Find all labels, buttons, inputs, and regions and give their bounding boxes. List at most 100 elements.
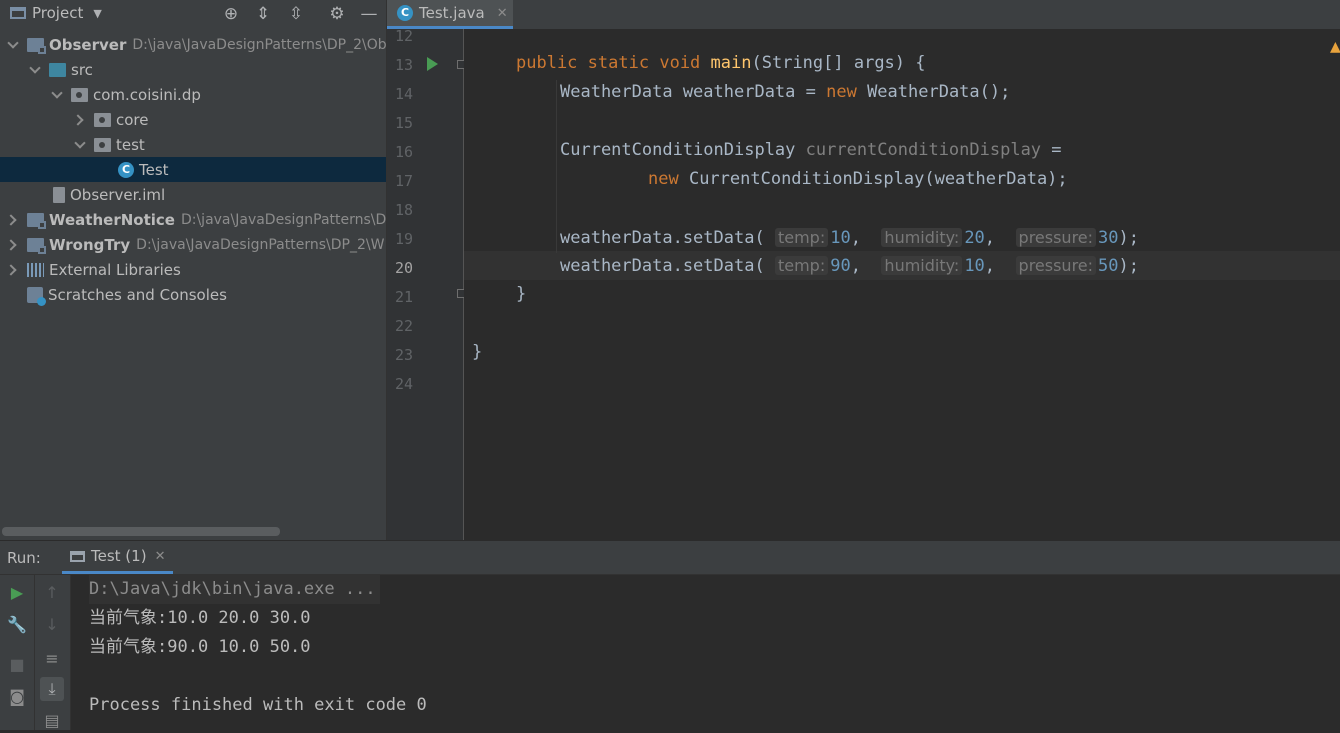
line-number: 22	[394, 317, 413, 335]
module-icon	[27, 237, 46, 254]
tree-item-label: test	[116, 135, 145, 154]
chevron-right-icon[interactable]	[7, 239, 19, 251]
code-line-21: }	[516, 284, 527, 304]
parameter-hint: pressure:	[1015, 256, 1097, 275]
camera-icon[interactable]: ◙	[5, 685, 29, 709]
stop-icon[interactable]: ■	[5, 653, 29, 677]
tree-item-core[interactable]: core	[0, 107, 386, 132]
tree-item-label: Test	[139, 160, 169, 179]
java-class-icon: C	[397, 5, 413, 21]
scroll-to-end-icon[interactable]: ⤓	[40, 677, 64, 701]
line-number: 23	[394, 346, 413, 364]
project-view-selector[interactable]: Project ▼	[10, 4, 102, 22]
console-line: 当前气象:10.0 20.0 30.0	[89, 608, 311, 628]
iml-file-icon	[53, 186, 65, 203]
tree-item-test-class[interactable]: C Test	[0, 157, 386, 182]
run-gutter-icon[interactable]	[427, 57, 438, 71]
run-panel-header: Run: Test (1) ✕	[0, 541, 1340, 575]
collapse-all-icon[interactable]: ⇳	[285, 3, 307, 25]
tree-item-scratches[interactable]: Scratches and Consoles	[0, 282, 386, 307]
line-number: 24	[394, 375, 413, 393]
run-toolbar-secondary: ↑ ↓ ≡ ⤓ ▤	[35, 575, 71, 730]
package-icon	[71, 87, 88, 102]
soft-wrap-icon[interactable]: ≡	[40, 647, 64, 671]
print-icon[interactable]: ▤	[40, 709, 64, 733]
console-line: 当前气象:90.0 10.0 50.0	[89, 637, 311, 657]
line-number: 14	[394, 85, 413, 103]
warning-icon[interactable]: ▲	[1330, 39, 1340, 55]
project-tool-window: Project ▼ ⊕ ⇕ ⇳ ⚙ — Observer D:\java\Jav…	[0, 0, 387, 540]
project-icon	[10, 7, 26, 19]
chevron-down-icon[interactable]	[29, 64, 41, 76]
close-icon[interactable]: ✕	[497, 6, 508, 21]
horizontal-scrollbar[interactable]	[2, 527, 280, 536]
editor-gutter: 12 13 14 15 16 17 18 19 20 21 22 23 24	[387, 27, 466, 540]
tree-item-external-libraries[interactable]: External Libraries	[0, 257, 386, 282]
libraries-icon	[27, 262, 44, 277]
code-editor[interactable]: ▲ public static void main(String[] args)…	[464, 29, 1340, 540]
chevron-right-icon[interactable]	[7, 264, 19, 276]
line-number: 13	[394, 56, 413, 74]
line-number: 16	[394, 143, 413, 161]
tab-run-test[interactable]: Test (1) ✕	[62, 541, 174, 574]
expand-all-icon[interactable]: ⇕	[252, 3, 274, 25]
code-line-13: public static void main(String[] args) {	[516, 53, 926, 73]
tree-item-label: src	[71, 60, 93, 79]
arrow-down-icon[interactable]: ↓	[40, 613, 64, 637]
code-line-19: weatherData.setData( temp: 10, humidity: 2…	[560, 228, 1139, 248]
parameter-hint: temp:	[774, 228, 829, 247]
package-icon	[94, 137, 111, 152]
code-line-23: }	[472, 342, 483, 362]
tab-label: Test.java	[419, 4, 485, 22]
rerun-icon[interactable]: ▶	[5, 581, 29, 605]
chevron-down-icon[interactable]: ▼	[93, 7, 101, 20]
close-icon[interactable]: ✕	[155, 549, 166, 564]
chevron-down-icon[interactable]	[7, 39, 19, 51]
tree-item-observer[interactable]: Observer D:\java\JavaDesignPatterns\DP_2…	[0, 32, 387, 57]
line-number: 12	[394, 27, 413, 45]
tree-item-test-package[interactable]: test	[0, 132, 386, 157]
console-icon	[70, 550, 85, 562]
tree-item-package-com-coisini-dp[interactable]: com.coisini.dp	[0, 82, 386, 107]
chevron-right-icon[interactable]	[7, 214, 19, 226]
chevron-down-icon[interactable]	[51, 89, 63, 101]
project-panel-header: Project ▼ ⊕ ⇕ ⇳ ⚙ —	[0, 0, 386, 29]
tree-item-label: WeatherNotice	[49, 210, 175, 229]
code-line-17: new CurrentConditionDisplay(weatherData)…	[648, 169, 1068, 189]
chevron-right-icon[interactable]	[74, 114, 86, 126]
crosshair-icon[interactable]: ⊕	[220, 3, 242, 25]
code-line-20: weatherData.setData( temp: 90, humidity: 1…	[560, 256, 1139, 276]
gear-icon[interactable]: ⚙	[326, 3, 348, 25]
project-title-label: Project	[32, 4, 84, 22]
tree-item-wrongtry[interactable]: WrongTry D:\java\JavaDesignPatterns\DP_2…	[0, 232, 386, 257]
tree-item-src[interactable]: src	[0, 57, 386, 82]
minimize-icon[interactable]: —	[358, 3, 380, 25]
tree-item-label: com.coisini.dp	[93, 85, 201, 104]
wrench-icon[interactable]: 🔧	[5, 613, 29, 637]
run-tab-label: Test (1)	[91, 547, 147, 565]
editor-tab-bar: C Test.java ✕	[387, 0, 1340, 30]
console-line-command: D:\Java\jdk\bin\java.exe ...	[89, 575, 380, 604]
run-toolbar-primary: ▶ 🔧 ■ ◙	[0, 575, 35, 730]
tree-item-weathernotice[interactable]: WeatherNotice D:\java\JavaDesignPatterns…	[0, 207, 387, 232]
parameter-hint: pressure:	[1015, 228, 1097, 247]
indent-guide	[556, 80, 557, 253]
tree-item-path: D:\java\JavaDesignPatterns\D	[180, 211, 387, 228]
parameter-hint: temp:	[774, 256, 829, 275]
run-tool-window: Run: Test (1) ✕ ▶ 🔧 ■ ◙ ↑ ↓ ≡ ⤓ ▤ D:\Jav…	[0, 541, 1340, 730]
tree-item-path: D:\java\JavaDesignPatterns\DP_2\Ob	[132, 36, 387, 53]
package-icon	[94, 112, 111, 127]
line-number: 19	[394, 230, 413, 248]
line-number: 18	[394, 201, 413, 219]
arrow-up-icon[interactable]: ↑	[40, 581, 64, 605]
line-number: 17	[394, 172, 413, 190]
scratches-icon	[27, 286, 46, 306]
tree-item-label: Observer.iml	[70, 185, 166, 204]
line-number: 15	[394, 114, 413, 132]
chevron-down-icon[interactable]	[74, 139, 86, 151]
parameter-hint: humidity:	[881, 256, 963, 275]
parameter-hint: humidity:	[881, 228, 963, 247]
console-output[interactable]: D:\Java\jdk\bin\java.exe ... 当前气象:10.0 2…	[71, 575, 1340, 730]
module-icon	[27, 212, 46, 229]
tree-item-observer-iml[interactable]: Observer.iml	[0, 182, 386, 207]
